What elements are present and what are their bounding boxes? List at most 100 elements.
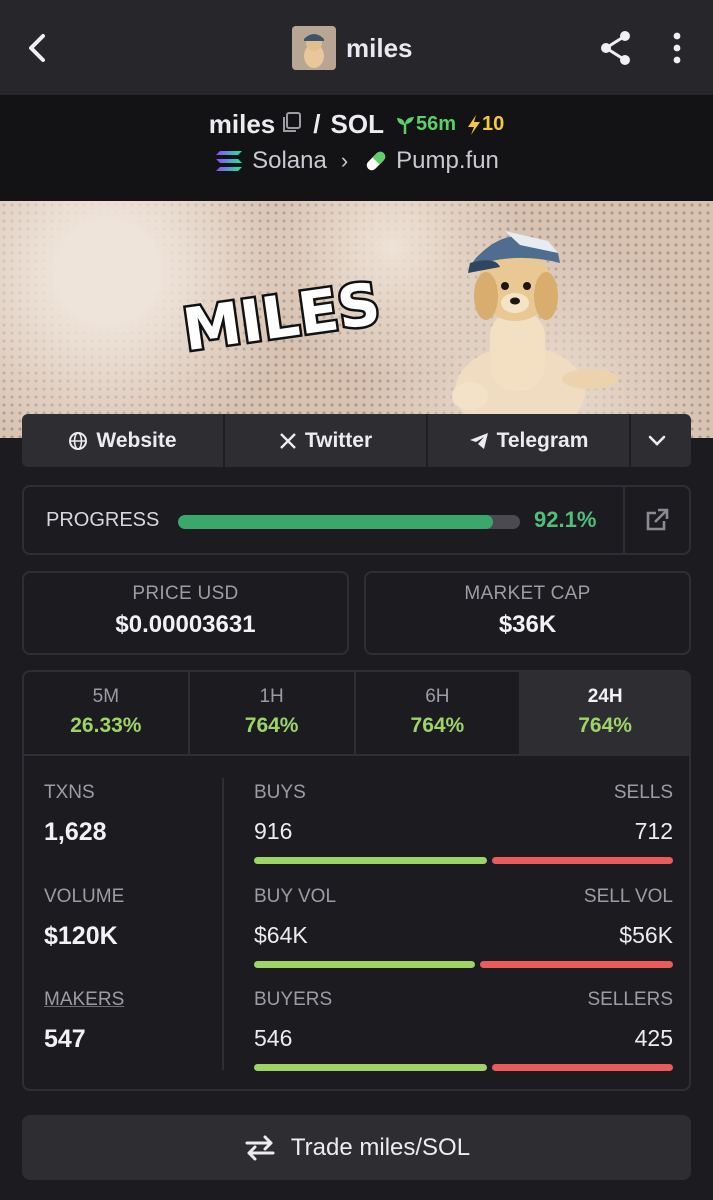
sell-vol-value: $56K xyxy=(619,922,673,948)
token-banner: MILES xyxy=(0,201,713,438)
pair-title-row: miles / SOL 56m 10 xyxy=(0,109,713,140)
buy-sell-volume-bar xyxy=(254,961,673,968)
svg-text:MILES: MILES xyxy=(179,269,384,364)
buyers-bar xyxy=(254,1064,487,1071)
sellers-label: SELLERS xyxy=(587,989,673,1010)
solana-icon xyxy=(216,151,243,171)
makers-stat[interactable]: MAKERS 547 xyxy=(44,989,124,1054)
token-avatar xyxy=(292,26,336,70)
pair-base: miles xyxy=(208,109,276,139)
chevron-left-icon xyxy=(29,34,45,62)
tab-5m[interactable]: 5M 26.33% xyxy=(24,672,190,754)
tab-1h[interactable]: 1H 764% xyxy=(190,672,356,754)
pair-age-value: 56m xyxy=(415,113,456,135)
price-usd-card: PRICE USD $0.00003631 xyxy=(22,571,349,655)
buys-label: BUYS xyxy=(254,782,306,803)
trade-button[interactable]: Trade miles/SOL xyxy=(22,1115,691,1180)
sells-value: 712 xyxy=(634,818,673,844)
tab-change: 764% xyxy=(578,714,632,737)
tab-6h[interactable]: 6H 764% xyxy=(356,672,522,754)
website-label: Website xyxy=(96,428,177,452)
price-label: PRICE USD xyxy=(132,583,239,604)
share-icon xyxy=(601,31,630,65)
sells-bar xyxy=(492,857,673,864)
tab-label: 24H xyxy=(587,686,623,707)
progress-value: 92.1% xyxy=(534,507,597,532)
website-button[interactable]: Website xyxy=(22,414,225,467)
market-cap-value: $36K xyxy=(498,611,557,638)
buys-bar xyxy=(254,857,487,864)
progress-bar-fill xyxy=(178,515,493,529)
pair-header: miles / SOL 56m 10 Solana › Pump.fun xyxy=(0,95,713,201)
top-bar: miles xyxy=(0,0,713,95)
back-button[interactable] xyxy=(20,30,56,66)
buys-value: 916 xyxy=(254,818,293,844)
telegram-icon xyxy=(469,432,488,449)
open-external-button[interactable] xyxy=(644,507,670,533)
buys-sells-row: BUYS SELLS 916 712 xyxy=(254,782,673,864)
tab-label: 6H xyxy=(425,686,450,707)
x-logo-icon xyxy=(280,432,296,449)
sprout-icon xyxy=(396,116,414,134)
pair-boosts: 10 xyxy=(466,113,504,136)
app-title: miles xyxy=(346,32,413,63)
header-title-group: miles xyxy=(292,26,413,70)
dex-name[interactable]: Pump.fun xyxy=(396,147,499,175)
banner-art: MILES xyxy=(176,231,618,436)
telegram-label: Telegram xyxy=(496,428,589,452)
share-button[interactable] xyxy=(596,28,636,68)
twitter-button[interactable]: Twitter xyxy=(225,414,428,467)
chain-name[interactable]: Solana xyxy=(252,147,327,175)
tab-change: 26.33% xyxy=(70,714,142,737)
buys-sells-bar xyxy=(254,857,673,864)
txns-label: TXNS xyxy=(44,782,95,803)
bonding-curve-progress-card: PROGRESS 92.1% xyxy=(22,485,691,555)
sellers-value: 425 xyxy=(634,1025,673,1051)
txns-value: 1,628 xyxy=(44,818,107,846)
pair-quote: SOL xyxy=(330,109,384,139)
volume-value: $120K xyxy=(44,922,118,950)
volume-stat: VOLUME $120K xyxy=(44,886,124,951)
globe-icon xyxy=(69,431,88,450)
buyers-sellers-row: BUYERS SELLERS 546 425 xyxy=(254,989,673,1071)
buyers-label: BUYERS xyxy=(254,989,333,1010)
makers-value: 547 xyxy=(44,1025,86,1053)
market-cap-label: MARKET CAP xyxy=(464,583,591,604)
swap-arrows-icon xyxy=(245,1135,275,1160)
sell-vol-bar xyxy=(480,961,673,968)
chevron-down-icon xyxy=(648,435,666,446)
copy-address-button[interactable] xyxy=(281,109,303,140)
twitter-label: Twitter xyxy=(304,428,373,452)
buyers-value: 546 xyxy=(254,1025,293,1051)
buy-vol-bar xyxy=(254,961,475,968)
buy-vol-value: $64K xyxy=(254,922,308,948)
transactions-panel: TXNS 1,628 VOLUME $120K MAKERS 547 BUYS … xyxy=(22,754,691,1091)
tab-label: 1H xyxy=(259,686,284,707)
more-links-dropdown[interactable] xyxy=(631,414,691,467)
external-link-icon xyxy=(646,508,669,531)
buy-sell-volume-row: BUY VOL SELL VOL $64K $56K xyxy=(254,886,673,968)
telegram-button[interactable]: Telegram xyxy=(428,414,631,467)
sell-vol-label: SELL VOL xyxy=(583,886,673,907)
tab-24h[interactable]: 24H 764% xyxy=(521,672,689,754)
chevron-right-icon: › xyxy=(340,148,349,173)
pill-icon xyxy=(366,151,386,171)
pair-boosts-value: 10 xyxy=(481,113,505,135)
copy-icon xyxy=(283,112,302,132)
tab-label: 5M xyxy=(92,686,120,707)
volume-label: VOLUME xyxy=(44,886,125,907)
kebab-menu-icon xyxy=(673,32,681,64)
tab-change: 764% xyxy=(244,714,299,737)
more-options-button[interactable] xyxy=(662,28,692,68)
buy-vol-label: BUY VOL xyxy=(254,886,337,907)
makers-label[interactable]: MAKERS xyxy=(44,989,124,1011)
tab-change: 764% xyxy=(410,714,465,737)
chain-breadcrumb: Solana › Pump.fun xyxy=(0,147,713,175)
sells-label: SELLS xyxy=(613,782,673,803)
progress-divider xyxy=(623,487,625,553)
pair-separator: / xyxy=(313,109,321,139)
txns-stat: TXNS 1,628 xyxy=(44,782,107,847)
buyers-sellers-bar xyxy=(254,1064,673,1071)
sellers-bar xyxy=(492,1064,673,1071)
timeframe-tabs: 5M 26.33% 1H 764% 6H 764% 24H 764% xyxy=(22,670,691,756)
